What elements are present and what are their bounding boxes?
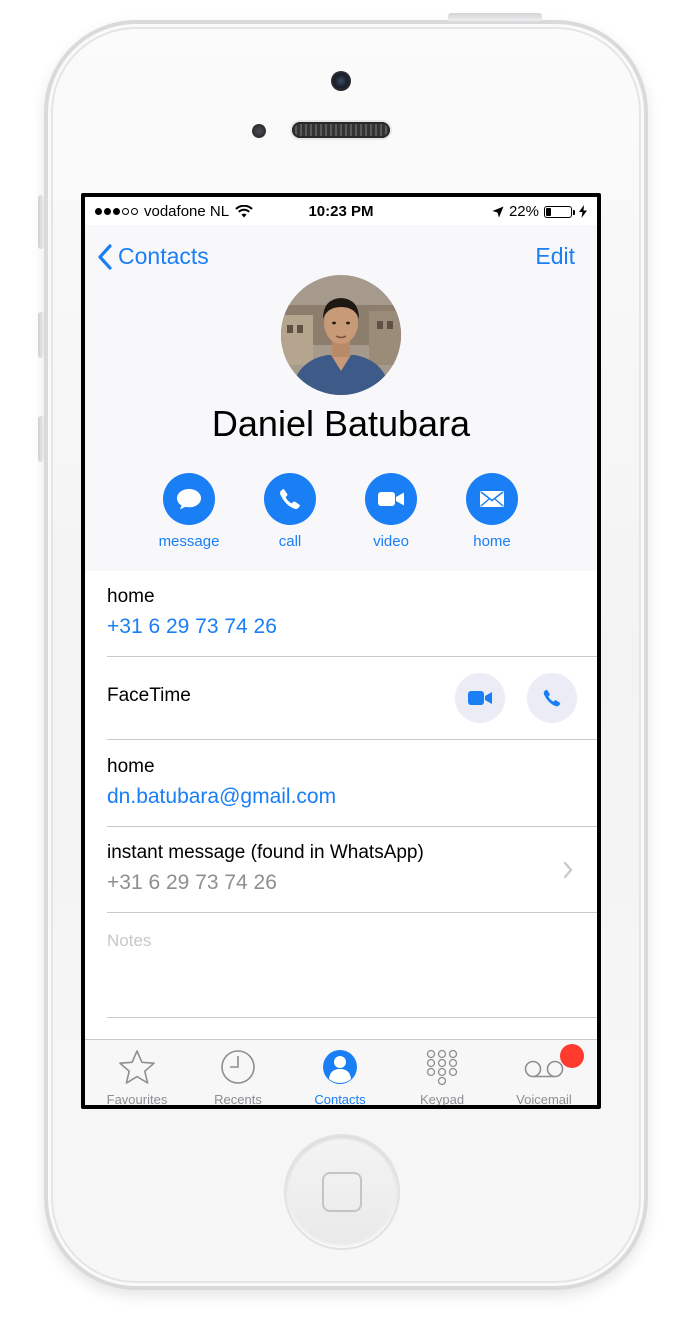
contact-header: Contacts Edit Daniel Batubara message ca… xyxy=(85,225,597,571)
instant-message-value: +31 6 29 73 74 26 xyxy=(107,871,277,894)
contact-details: home +31 6 29 73 74 26 FaceTime home dn.… xyxy=(85,571,597,1018)
screen: vodafone NL 10:23 PM 22% Contacts Edit D… xyxy=(81,193,601,1109)
phone-number[interactable]: +31 6 29 73 74 26 xyxy=(107,615,597,639)
message-bubble-icon xyxy=(177,489,201,510)
volume-down-button xyxy=(38,416,44,462)
facetime-video-button[interactable] xyxy=(455,673,505,723)
power-button xyxy=(448,13,542,21)
call-action-label: call xyxy=(278,533,302,550)
mail-action-button[interactable]: home xyxy=(442,473,542,550)
earpiece-speaker xyxy=(292,122,390,138)
notes-field[interactable]: Notes xyxy=(107,913,597,1017)
back-button[interactable]: Contacts xyxy=(97,243,209,270)
tab-keypad-label: Keypad xyxy=(419,1092,465,1105)
home-button-square xyxy=(322,1172,362,1212)
star-icon xyxy=(119,1050,155,1084)
call-action-button[interactable]: call xyxy=(240,473,340,550)
home-button[interactable] xyxy=(286,1136,398,1248)
tab-recents[interactable]: Recents xyxy=(188,1048,288,1105)
email-row-label: home xyxy=(107,756,155,777)
envelope-icon xyxy=(480,491,504,507)
email-row[interactable]: home dn.batubara@gmail.com xyxy=(107,740,597,827)
tab-keypad[interactable]: Keypad xyxy=(392,1048,492,1105)
status-bar: vodafone NL 10:23 PM 22% xyxy=(85,197,597,225)
instant-message-row[interactable]: instant message (found in WhatsApp) +31 … xyxy=(107,827,597,913)
voicemail-badge xyxy=(560,1044,584,1068)
battery-icon xyxy=(544,205,575,218)
contact-avatar xyxy=(281,275,401,395)
tab-bar: Favourites Recents Contacts Keypad Voice… xyxy=(85,1039,597,1105)
status-right: 22% xyxy=(492,203,587,220)
tab-voicemail[interactable]: Voicemail xyxy=(494,1044,594,1105)
chevron-left-icon xyxy=(98,243,112,270)
message-action-button[interactable]: message xyxy=(139,473,239,550)
chevron-right-icon xyxy=(563,861,573,879)
mail-action-label: home xyxy=(473,533,511,550)
instant-message-label: instant message (found in WhatsApp) xyxy=(107,842,424,863)
email-address[interactable]: dn.batubara@gmail.com xyxy=(107,785,597,809)
message-action-label: message xyxy=(158,533,220,550)
person-icon xyxy=(323,1050,357,1084)
quick-actions: message call video home xyxy=(85,473,597,563)
clock-icon xyxy=(221,1050,255,1084)
contact-name: Daniel Batubara xyxy=(211,403,471,444)
facetime-label: FaceTime xyxy=(107,685,191,706)
display: vodafone NL 10:23 PM 22% Contacts Edit D… xyxy=(85,197,597,1105)
video-camera-icon xyxy=(378,492,404,506)
tab-contacts-label: Contacts xyxy=(314,1092,366,1105)
facetime-audio-button[interactable] xyxy=(527,673,577,723)
video-action-label: video xyxy=(373,533,409,550)
tab-contacts[interactable]: Contacts xyxy=(290,1048,390,1105)
notes-row[interactable]: Notes xyxy=(107,913,597,1018)
phone-icon xyxy=(280,489,300,509)
tab-recents-label: Recents xyxy=(214,1092,262,1105)
charging-bolt-icon xyxy=(579,205,587,218)
front-camera xyxy=(331,71,351,91)
phone-row[interactable]: home +31 6 29 73 74 26 xyxy=(107,571,597,657)
phone-row-label: home xyxy=(107,586,155,607)
volume-up-button xyxy=(38,312,44,358)
phone-icon xyxy=(543,689,561,707)
proximity-sensor xyxy=(252,124,266,138)
edit-button[interactable]: Edit xyxy=(535,243,575,270)
battery-percent: 22% xyxy=(508,203,539,220)
tab-favourites-label: Favourites xyxy=(106,1092,168,1105)
mute-switch xyxy=(38,195,44,249)
tab-voicemail-label: Voicemail xyxy=(516,1092,572,1105)
facetime-row: FaceTime xyxy=(107,657,597,740)
video-camera-icon xyxy=(468,691,492,705)
location-arrow-icon xyxy=(492,206,504,217)
keypad-icon xyxy=(426,1049,458,1085)
video-action-button[interactable]: video xyxy=(341,473,441,550)
back-button-label: Contacts xyxy=(118,243,209,269)
tab-favourites[interactable]: Favourites xyxy=(87,1048,187,1105)
